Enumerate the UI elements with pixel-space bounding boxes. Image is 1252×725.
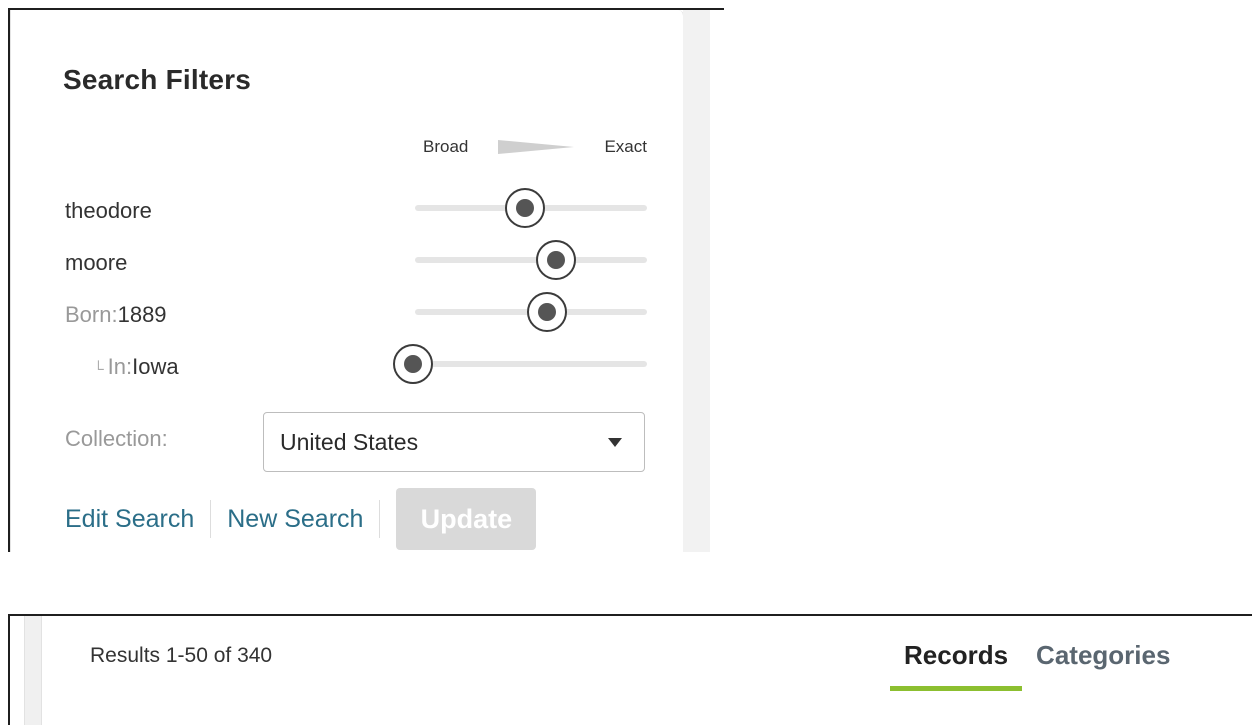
results-tabs: Records Categories bbox=[890, 640, 1184, 691]
broad-exact-wedge-icon bbox=[498, 140, 575, 154]
tab-records[interactable]: Records bbox=[890, 640, 1023, 691]
results-gutter bbox=[24, 616, 42, 725]
thumb-dot bbox=[516, 199, 534, 217]
divider bbox=[8, 616, 10, 725]
search-filters-card: Search Filters Broad Exact theodore moor… bbox=[10, 10, 684, 552]
divider bbox=[379, 500, 381, 538]
filter-born-label: Born:1889 bbox=[65, 302, 167, 328]
filter-first-name-value: theodore bbox=[65, 198, 152, 223]
edit-search-link[interactable]: Edit Search bbox=[65, 505, 194, 534]
thumb-dot bbox=[538, 303, 557, 321]
divider bbox=[210, 500, 212, 538]
filter-born-prefix: Born: bbox=[65, 302, 118, 327]
panel-gutter bbox=[683, 10, 710, 552]
filter-last-name-label: moore bbox=[65, 250, 127, 276]
collection-selected-value: United States bbox=[280, 428, 419, 455]
new-search-link[interactable]: New Search bbox=[227, 505, 363, 534]
filter-last-name-value: moore bbox=[65, 250, 128, 275]
slider-thumb[interactable] bbox=[393, 344, 433, 384]
last-name-precision-slider[interactable] bbox=[415, 257, 647, 263]
thumb-dot bbox=[404, 355, 422, 373]
search-filters-panel: Search Filters Broad Exact theodore moor… bbox=[8, 8, 724, 552]
tab-categories[interactable]: Categories bbox=[1022, 640, 1184, 686]
filter-born-in-value: Iowa bbox=[132, 354, 179, 379]
filter-born-value: 1889 bbox=[117, 302, 167, 327]
thumb-dot bbox=[547, 251, 566, 269]
collection-select[interactable]: United States bbox=[263, 412, 645, 472]
slider-thumb[interactable] bbox=[536, 240, 577, 280]
panel-title: Search Filters bbox=[63, 64, 251, 95]
slider-thumb[interactable] bbox=[527, 292, 568, 332]
update-button[interactable]: Update bbox=[396, 488, 537, 550]
filter-born-in-label: └ In:Iowa bbox=[93, 354, 179, 380]
born-in-precision-slider[interactable] bbox=[415, 361, 647, 367]
filter-first-name-label: theodore bbox=[65, 198, 152, 224]
search-actions: Edit Search New Search Update bbox=[65, 488, 537, 550]
precision-scale-header: Broad Exact bbox=[423, 134, 647, 160]
scale-exact-label: Exact bbox=[604, 137, 647, 156]
filter-born-in-prefix: In: bbox=[107, 354, 133, 379]
results-count: Results 1-50 of 340 bbox=[90, 644, 273, 667]
divider bbox=[8, 614, 1252, 616]
slider-thumb[interactable] bbox=[505, 188, 545, 228]
collection-label: Collection: bbox=[65, 426, 168, 451]
dropdown-caret-icon bbox=[608, 437, 622, 447]
indent-corner-icon: └ bbox=[93, 361, 104, 378]
scale-broad-label: Broad bbox=[423, 137, 469, 156]
